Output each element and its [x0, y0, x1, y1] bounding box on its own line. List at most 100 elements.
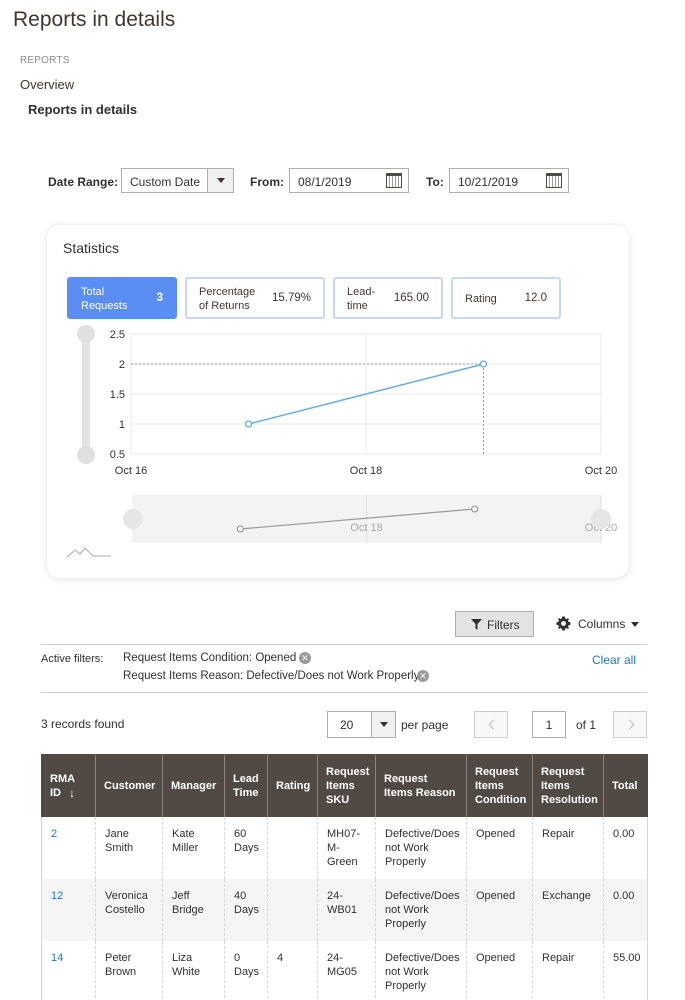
range-slider-track	[82, 325, 90, 455]
cell-sku: 24-WB01	[317, 878, 376, 941]
statistics-card: Statistics Total Requests 3 Percentage of …	[47, 225, 629, 578]
column-header-rma-id[interactable]: RMA ID ↓	[41, 754, 96, 817]
cell-condition: Opened	[466, 816, 533, 879]
divider	[41, 644, 647, 645]
page-title: Reports in details	[13, 8, 176, 31]
range-slider-handle	[77, 446, 95, 464]
column-header-sku[interactable]: Request Items SKU	[317, 754, 376, 817]
grid-header-row: RMA ID ↓ Customer Manager Lead Time Ratin…	[41, 754, 648, 817]
y-tick-label: 0.5	[110, 449, 125, 461]
navigator-point	[471, 505, 479, 513]
cell-reason: Defective/Does not Work Properly	[375, 878, 467, 941]
cell-manager: Kate Miller	[162, 816, 225, 879]
chevron-down-icon	[631, 622, 640, 628]
cell-manager: Jeff Bridge	[162, 878, 225, 941]
filters-label: Filters	[487, 618, 520, 632]
column-header-lead-time[interactable]: Lead Time	[224, 754, 268, 817]
previous-page-button[interactable]	[474, 711, 508, 738]
column-header-condition[interactable]: Request Items Condition	[466, 754, 533, 817]
next-page-button[interactable]	[613, 711, 647, 738]
date-range-select[interactable]: Custom Date	[121, 168, 234, 193]
columns-dropdown[interactable]: Columns	[556, 616, 640, 631]
cell-total: 0.00	[603, 816, 648, 879]
y-tick-label: 1.5	[110, 389, 125, 401]
date-range-label: Date Range:	[48, 175, 119, 189]
table-row[interactable]: 2 Jane Smith Kate Miller 60 Days MH07-M-…	[41, 816, 648, 879]
table-row[interactable]: 12 Veronica Costello Jeff Bridge 40 Days…	[41, 878, 648, 941]
cell-condition: Opened	[466, 940, 533, 1000]
navigator-tick-label: Oct 18	[350, 522, 382, 534]
y-tick-label: 1	[119, 419, 125, 431]
per-page-value: 20	[340, 718, 354, 732]
nav-overview-link[interactable]: Overview	[20, 77, 74, 92]
calendar-icon[interactable]	[386, 173, 402, 188]
rma-id-link[interactable]: 2	[41, 816, 96, 879]
cell-total: 0.00	[603, 878, 648, 941]
clear-all-link[interactable]: Clear all	[592, 653, 636, 667]
per-page-select[interactable]: 20	[327, 711, 396, 738]
active-filters-label: Active filters:	[41, 653, 104, 665]
cell-customer: Jane Smith	[95, 816, 163, 879]
rma-id-link[interactable]: 12	[41, 878, 96, 941]
navigator-handle	[591, 509, 611, 529]
cell-customer: Veronica Costello	[95, 878, 163, 941]
active-filter-text: Request Items Condition: Opened	[123, 652, 297, 664]
cell-sku: 24-MG05	[317, 940, 376, 1000]
date-range-value: Custom Date	[130, 175, 201, 189]
cell-customer: Peter Brown	[95, 940, 163, 1000]
cell-sku: MH07-M-Green	[317, 816, 376, 879]
nav-reports-in-details[interactable]: Reports in details	[28, 102, 137, 117]
x-tick-label: Oct 20	[585, 465, 617, 477]
to-label: To:	[426, 175, 444, 189]
column-header-customer[interactable]: Customer	[95, 754, 163, 817]
column-header-reason[interactable]: Request Items Reason	[375, 754, 467, 817]
page-number-input[interactable]: 1	[532, 711, 566, 738]
rma-id-link[interactable]: 14	[41, 940, 96, 1000]
cell-lead-time: 40 Days	[224, 878, 268, 941]
gear-icon	[556, 616, 571, 631]
to-date-input[interactable]: 10/21/2019	[449, 168, 569, 193]
rma-grid: RMA ID ↓ Customer Manager Lead Time Ratin…	[41, 754, 648, 1000]
range-slider-handle	[77, 325, 95, 343]
page-count-label: of 1	[576, 718, 597, 732]
y-tick-label: 2.5	[110, 329, 125, 341]
x-tick-label: Oct 16	[115, 465, 147, 477]
from-date-value: 08/1/2019	[298, 175, 352, 189]
active-filter-reason: Request Items Reason: Defective/Does not…	[123, 670, 419, 682]
cell-resolution: Repair	[532, 940, 604, 1000]
cell-rating: 4	[267, 940, 318, 1000]
mini-chart-icon	[66, 547, 111, 558]
chevron-down-icon	[371, 712, 395, 737]
table-row[interactable]: 14 Peter Brown Liza White 0 Days 4 24-MG…	[41, 940, 648, 1000]
cell-resolution: Exchange	[532, 878, 604, 941]
column-header-rating[interactable]: Rating	[267, 754, 318, 817]
filters-button[interactable]: Filters	[455, 611, 534, 637]
from-date-input[interactable]: 08/1/2019	[289, 168, 409, 193]
breadcrumb-section: REPORTS	[20, 55, 70, 66]
column-header-total[interactable]: Total	[603, 754, 648, 817]
cell-rating	[267, 878, 318, 941]
column-header-manager[interactable]: Manager	[162, 754, 225, 817]
cell-lead-time: 60 Days	[224, 816, 268, 879]
active-filter-condition: Request Items Condition: Opened	[123, 652, 296, 664]
sort-arrow-icon: ↓	[69, 785, 75, 800]
x-tick-label: Oct 18	[350, 465, 382, 477]
remove-filter-icon[interactable]: ✕	[299, 652, 311, 664]
navigator-point	[236, 525, 244, 533]
per-page-label: per page	[401, 718, 449, 732]
statistics-chart: 2.521.510.5Oct 16 Oct 18 Oct 20Oct 18 Oct 2…	[66, 325, 617, 558]
columns-label: Columns	[578, 617, 626, 631]
chevron-down-icon	[207, 169, 233, 192]
active-filter-text: Request Items Reason: Defective/Does not…	[123, 670, 420, 682]
cell-resolution: Repair	[532, 816, 604, 879]
cell-rating	[267, 816, 318, 879]
column-header-resolution[interactable]: Request Items Resolution	[532, 754, 604, 817]
calendar-icon[interactable]	[546, 173, 562, 188]
data-point	[244, 420, 253, 428]
to-date-value: 10/21/2019	[458, 175, 519, 189]
cell-condition: Opened	[466, 878, 533, 941]
remove-filter-icon[interactable]: ✕	[417, 670, 429, 682]
navigator-handle	[123, 509, 143, 529]
cell-lead-time: 0 Days	[224, 940, 268, 1000]
data-point	[479, 360, 488, 368]
